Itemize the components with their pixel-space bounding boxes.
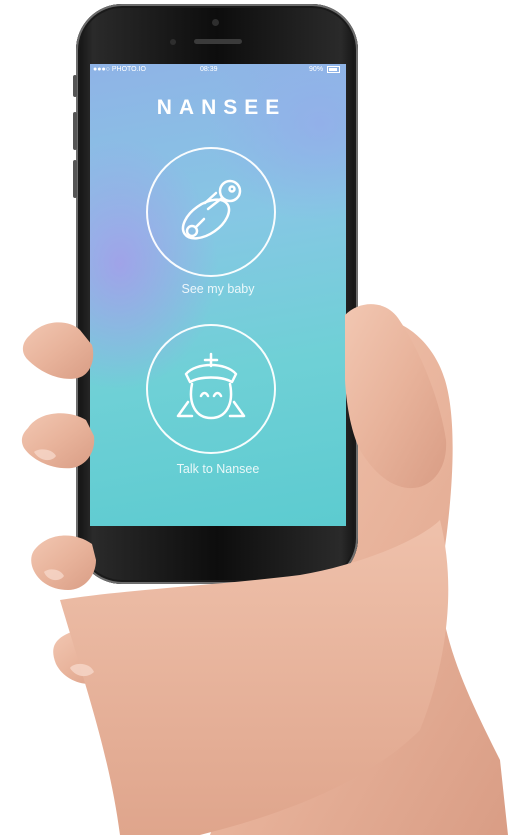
product-photo: ●●●○ PHOTO.IO 08:39 90% NANSEE See my ba… <box>0 0 508 835</box>
hand-front <box>21 304 449 835</box>
